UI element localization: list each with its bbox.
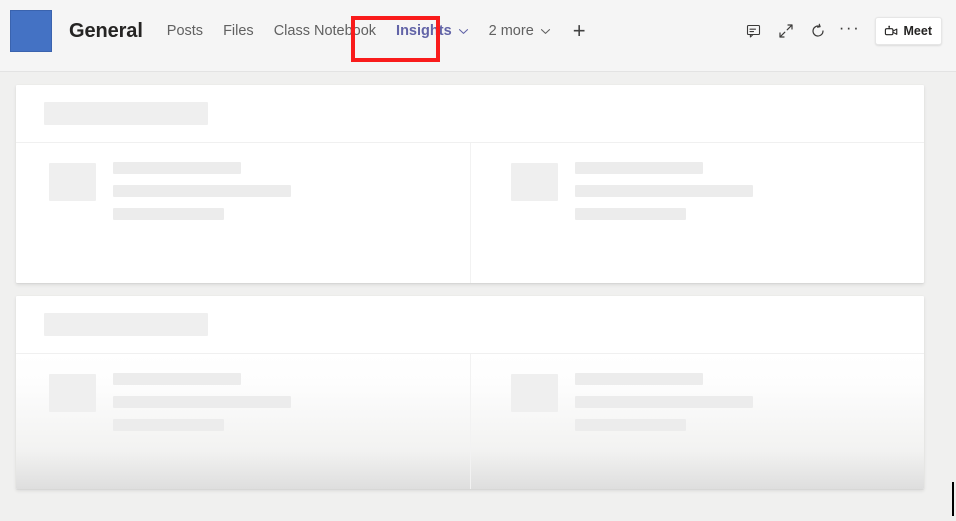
page-title: General (69, 19, 143, 42)
skeleton-line (113, 208, 224, 220)
chevron-down-icon (540, 26, 551, 37)
skeleton-title-placeholder (44, 102, 208, 125)
card-header (16, 296, 924, 354)
meet-button-label: Meet (903, 24, 932, 38)
chevron-down-icon (458, 26, 469, 37)
skeleton-line (113, 373, 241, 385)
tab-label: 2 more (488, 23, 534, 39)
text-cursor-artifact (952, 482, 954, 516)
insights-content-area (0, 72, 956, 521)
tab-label: Files (223, 23, 254, 39)
skeleton-thumbnail (49, 374, 96, 412)
expand-icon[interactable] (771, 16, 801, 46)
chat-icon[interactable] (739, 16, 769, 46)
card-body (16, 354, 924, 489)
skeleton-line (575, 208, 686, 220)
skeleton-text-lines (113, 372, 291, 489)
refresh-icon[interactable] (803, 16, 833, 46)
skeleton-line (113, 419, 224, 431)
card-panel-left (16, 143, 470, 283)
team-avatar[interactable] (10, 10, 52, 52)
teams-channel-view: General Posts Files Class Notebook Insig… (0, 0, 956, 521)
skeleton-line (575, 162, 703, 174)
tab-bar: Posts Files Class Notebook Insights 2 mo… (157, 8, 598, 54)
skeleton-line (113, 396, 291, 408)
video-camera-icon (884, 24, 899, 39)
card-header (16, 85, 924, 143)
add-tab-button[interactable]: + (561, 8, 598, 54)
tab-2-more[interactable]: 2 more (479, 8, 561, 54)
skeleton-thumbnail (49, 163, 96, 201)
skeleton-thumbnail (511, 374, 558, 412)
skeleton-title-placeholder (44, 313, 208, 336)
skeleton-line (575, 185, 753, 197)
tab-label: Posts (166, 23, 204, 39)
skeleton-line (575, 396, 753, 408)
tab-files[interactable]: Files (213, 8, 264, 54)
tab-posts[interactable]: Posts (157, 8, 213, 54)
card-panel-right (470, 143, 924, 283)
skeleton-text-lines (575, 372, 753, 489)
tab-class-notebook[interactable]: Class Notebook (264, 8, 386, 54)
card-panel-right (470, 354, 924, 489)
skeleton-line (575, 373, 703, 385)
insights-card-2[interactable] (16, 296, 924, 489)
tab-insights[interactable]: Insights (386, 8, 479, 54)
skeleton-text-lines (575, 161, 753, 283)
meet-button[interactable]: Meet (874, 17, 942, 45)
more-options-icon[interactable]: ··· (835, 16, 865, 46)
card-panel-left (16, 354, 470, 489)
skeleton-line (113, 185, 291, 197)
skeleton-line (113, 162, 241, 174)
channel-header-actions: ··· Meet (739, 0, 942, 62)
insights-card-1[interactable] (16, 85, 924, 283)
skeleton-thumbnail (511, 163, 558, 201)
channel-header: General Posts Files Class Notebook Insig… (0, 0, 956, 72)
card-body (16, 143, 924, 283)
skeleton-text-lines (113, 161, 291, 283)
skeleton-line (575, 419, 686, 431)
tab-label: Insights (396, 23, 452, 39)
tab-label: Class Notebook (273, 23, 377, 39)
